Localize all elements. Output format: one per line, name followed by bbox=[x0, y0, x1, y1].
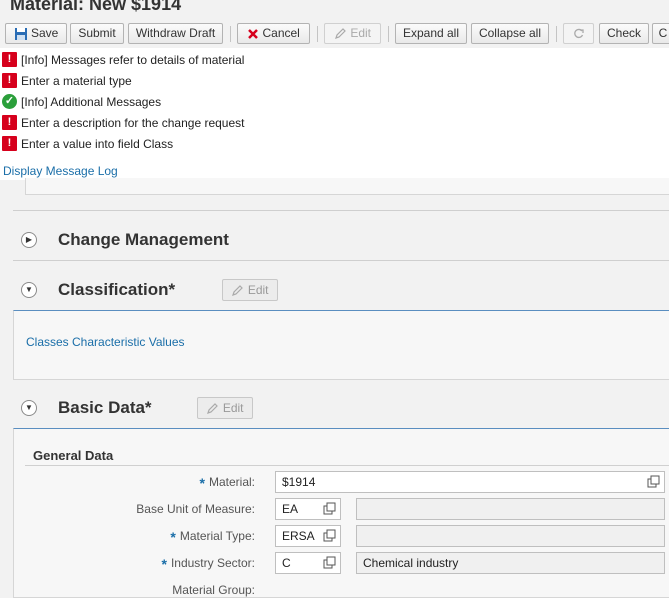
pencil-icon bbox=[335, 28, 346, 40]
save-icon bbox=[14, 27, 27, 40]
value-help-icon[interactable] bbox=[323, 502, 336, 515]
section-title: Change Management bbox=[58, 230, 229, 249]
industry-sector-description: Chemical industry bbox=[356, 552, 665, 574]
base-unit-description bbox=[356, 498, 665, 520]
label-text: Industry Sector: bbox=[170, 556, 255, 570]
material-type-field[interactable]: ERSA bbox=[275, 525, 341, 547]
classification-content: Classes Characteristic Values bbox=[13, 310, 669, 380]
industry-sector-label: * Industry Sector: bbox=[162, 556, 256, 572]
required-marker: * bbox=[170, 529, 176, 545]
edit-button[interactable]: Edit bbox=[324, 23, 381, 44]
toolbar: Save Submit Withdraw Draft Cancel Edit E… bbox=[0, 20, 669, 47]
display-message-log-link[interactable]: Display Message Log bbox=[3, 164, 118, 178]
section-basic-data: ▼ Basic Data* Edit bbox=[13, 390, 669, 426]
check-button[interactable]: Check bbox=[599, 23, 649, 44]
message-item: ! Enter a value into field Class bbox=[2, 136, 173, 154]
cancel-label: Cancel bbox=[262, 26, 300, 40]
check-icon: ✓ bbox=[2, 94, 17, 110]
message-item: ! Enter a material type bbox=[2, 73, 132, 91]
message-text: Enter a value into field Class bbox=[21, 136, 174, 151]
message-area: ! [Info] Messages refer to details of mat… bbox=[0, 48, 669, 180]
edit-label: Edit bbox=[350, 26, 372, 40]
label-text: Material: bbox=[208, 475, 255, 489]
overflow-button[interactable]: C bbox=[652, 23, 669, 44]
classes-characteristic-values-link[interactable]: Classes Characteristic Values bbox=[26, 335, 185, 349]
message-text: [Info] Additional Messages bbox=[21, 94, 162, 109]
expand-all-button[interactable]: Expand all bbox=[395, 23, 467, 44]
toolbar-separator bbox=[388, 26, 389, 42]
basic-data-edit-button[interactable]: Edit bbox=[197, 397, 253, 419]
pencil-icon bbox=[232, 285, 244, 297]
edit-label: Edit bbox=[222, 401, 244, 415]
close-icon bbox=[248, 28, 259, 39]
material-type-description bbox=[356, 525, 665, 547]
pencil-icon bbox=[207, 403, 219, 415]
collapse-all-button[interactable]: Collapse all bbox=[471, 23, 549, 44]
section-classification: ▼ Classification* Edit bbox=[13, 272, 669, 308]
material-type-label: * Material Type: bbox=[170, 529, 255, 545]
group-divider bbox=[25, 465, 669, 466]
required-marker: * bbox=[161, 556, 167, 572]
field-value: EA bbox=[282, 502, 299, 516]
withdraw-draft-button[interactable]: Withdraw Draft bbox=[128, 23, 223, 44]
cancel-button[interactable]: Cancel bbox=[237, 23, 310, 44]
collapse-toggle[interactable]: ▼ bbox=[21, 282, 37, 298]
edit-label: Edit bbox=[247, 283, 269, 297]
general-data-title: General Data bbox=[33, 448, 114, 463]
section-title: Basic Data* bbox=[58, 398, 152, 417]
message-text: [Info] Messages refer to details of mate… bbox=[21, 52, 245, 67]
classification-edit-button[interactable]: Edit bbox=[222, 279, 278, 301]
label-text: Material Type: bbox=[179, 529, 255, 543]
save-button[interactable]: Save bbox=[5, 23, 67, 44]
section-divider bbox=[13, 260, 669, 261]
toolbar-separator bbox=[230, 26, 231, 42]
error-icon: ! bbox=[2, 52, 17, 68]
required-marker: * bbox=[199, 475, 205, 491]
error-icon: ! bbox=[2, 73, 17, 89]
message-item: ! [Info] Messages refer to details of mat… bbox=[2, 52, 244, 70]
field-value: C bbox=[282, 556, 291, 570]
material-label: * Material: bbox=[200, 475, 255, 491]
page-title: Material: New $1914 bbox=[10, 0, 182, 14]
value-help-icon[interactable] bbox=[323, 556, 336, 569]
section-title: Classification* bbox=[58, 280, 176, 299]
expand-toggle[interactable]: ▶ bbox=[21, 232, 37, 248]
error-icon: ! bbox=[2, 136, 17, 152]
field-value: $1914 bbox=[282, 475, 316, 489]
base-unit-field[interactable]: EA bbox=[275, 498, 341, 520]
base-unit-label: Base Unit of Measure: bbox=[136, 502, 255, 516]
submit-button[interactable]: Submit bbox=[70, 23, 124, 44]
material-field[interactable]: $1914 bbox=[275, 471, 665, 493]
value-help-icon[interactable] bbox=[647, 475, 660, 488]
message-text: Enter a material type bbox=[21, 73, 132, 88]
section-change-management: ▶ Change Management bbox=[13, 222, 669, 258]
message-item: ✓ [Info] Additional Messages bbox=[2, 94, 161, 112]
value-help-icon[interactable] bbox=[323, 529, 336, 542]
save-label: Save bbox=[30, 26, 59, 40]
message-text: Enter a description for the change reque… bbox=[21, 115, 245, 130]
field-value: ERSA bbox=[282, 529, 315, 543]
toolbar-separator bbox=[317, 26, 318, 42]
previous-section-box bbox=[25, 178, 669, 195]
message-item: ! Enter a description for the change requ… bbox=[2, 115, 244, 133]
section-divider bbox=[13, 210, 669, 211]
refresh-button[interactable] bbox=[563, 23, 594, 44]
toolbar-separator bbox=[556, 26, 557, 42]
industry-sector-field[interactable]: C bbox=[275, 552, 341, 574]
refresh-icon bbox=[574, 29, 584, 39]
error-icon: ! bbox=[2, 115, 17, 131]
collapse-toggle[interactable]: ▼ bbox=[21, 400, 37, 416]
